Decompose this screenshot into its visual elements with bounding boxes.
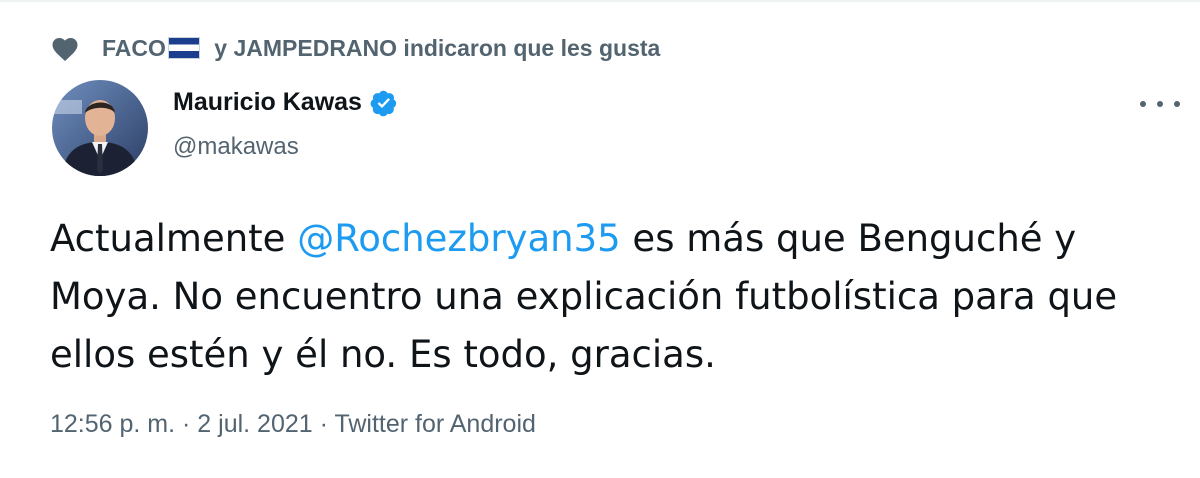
tweet-source[interactable]: Twitter for Android xyxy=(334,410,535,438)
author-handle[interactable]: @makawas xyxy=(173,133,299,161)
liker-name-1[interactable]: FACO xyxy=(102,35,166,62)
flag-icon xyxy=(167,37,200,59)
author-name[interactable]: Mauricio Kawas xyxy=(173,88,398,117)
social-context[interactable]: FACO y JAMPEDRANO indicaron que les gust… xyxy=(50,30,660,66)
tweet-time[interactable]: 12:56 p. m. xyxy=(50,410,175,438)
avatar[interactable] xyxy=(52,80,148,176)
author-name-text[interactable]: Mauricio Kawas xyxy=(173,88,362,117)
verified-badge-icon xyxy=(370,90,397,116)
meta-separator: · xyxy=(175,410,198,438)
mention-link[interactable]: @Rochezbryan35 xyxy=(297,217,620,260)
tweet-date[interactable]: 2 jul. 2021 xyxy=(197,410,312,438)
tweet-text: Actualmente @Rochezbryan35 es más que Be… xyxy=(50,210,1170,384)
social-context-text: y JAMPEDRANO indicaron que les gusta xyxy=(207,34,661,61)
more-horizontal-icon[interactable] xyxy=(1140,92,1180,116)
meta-separator: · xyxy=(312,410,335,438)
tweet-text-part1: Actualmente xyxy=(50,217,298,260)
tweet-meta: 12:56 p. m. · 2 jul. 2021 · Twitter for … xyxy=(50,410,536,439)
heart-icon xyxy=(52,38,78,61)
avatar-photo xyxy=(52,80,148,176)
divider xyxy=(0,0,1200,2)
